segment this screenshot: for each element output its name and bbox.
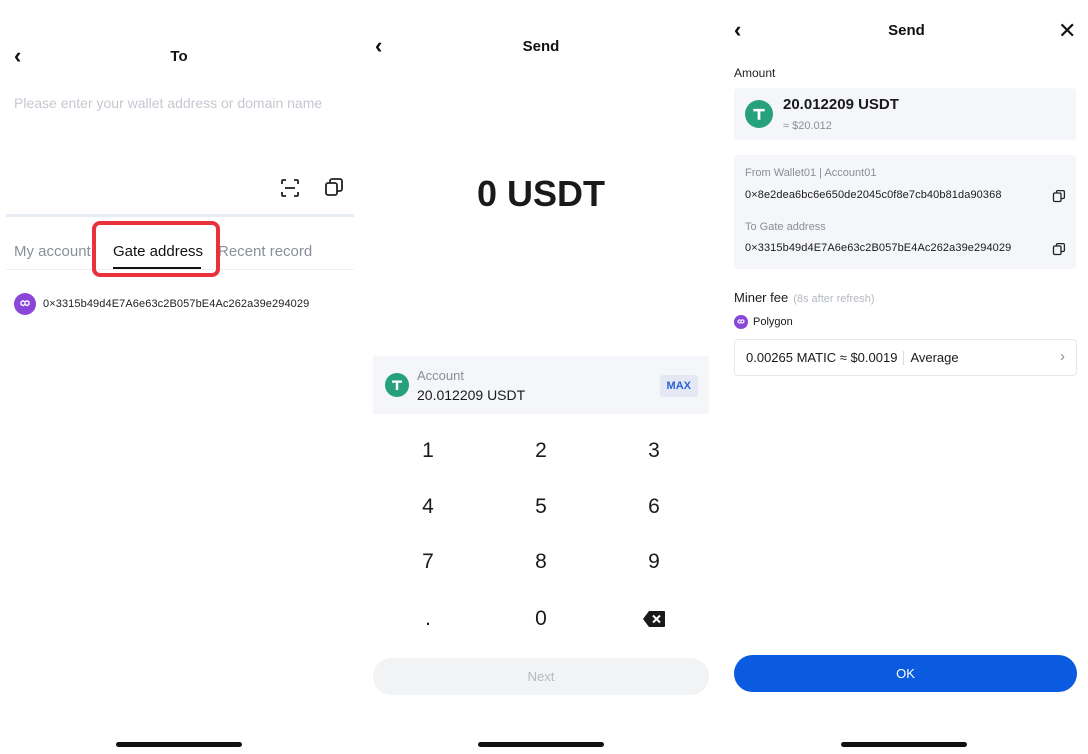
amount-label: Amount [734,66,776,80]
keypad-key-7[interactable]: 7 [378,542,478,582]
address-card: From Wallet01 | Account01 0×8e2dea6bc6e6… [734,155,1076,269]
max-button[interactable]: MAX [659,375,698,397]
tether-icon [385,373,409,397]
scan-icon[interactable] [280,178,300,198]
miner-fee-selector[interactable]: 0.00265 MATIC ≈ $0.0019 Average › [734,339,1077,376]
address-text: 0×3315b49d4E7A6e63c2B057bE4Ac262a39e2940… [43,298,310,310]
fee-speed: Average [910,350,959,365]
from-label: From Wallet01 | Account01 [745,167,877,179]
send-confirmation-screen: ‹ Send ✕ Amount 20.012209 USDT ≈ $20.012… [725,0,1088,754]
close-button[interactable]: ✕ [1058,20,1076,42]
home-indicator [478,742,604,747]
tab-recent-record[interactable]: Recent record [218,243,312,260]
backspace-key[interactable] [604,599,704,639]
address-input[interactable]: Please enter your wallet address or doma… [14,95,354,111]
tab-my-account[interactable]: My account [14,243,91,260]
next-button[interactable]: Next [373,658,709,695]
keypad-key-5[interactable]: 5 [491,487,591,527]
recipient-screen: ‹ To Please enter your wallet address or… [0,0,358,754]
miner-fee-heading: Miner fee (8s after refresh) [734,290,875,305]
account-balance-bar: Account 20.012209 USDT MAX [373,356,709,414]
amount-card: 20.012209 USDT ≈ $20.012 [734,88,1076,140]
keypad-key-4[interactable]: 4 [378,487,478,527]
polygon-icon [734,315,748,329]
copy-icon[interactable] [1052,242,1066,256]
input-divider [6,214,354,217]
fee-value: 0.00265 MATIC ≈ $0.0019 [746,350,898,365]
keypad-key-dot[interactable]: . [378,599,478,639]
network-indicator: Polygon [734,315,793,329]
page-title: To [170,48,188,65]
account-label: Account [417,368,464,383]
amount-value: 20.012209 USDT [783,96,899,113]
keypad-key-3[interactable]: 3 [604,431,704,471]
polygon-icon [14,293,36,315]
copy-icon[interactable] [1052,189,1066,203]
refresh-note: (8s after refresh) [793,293,875,305]
home-indicator [116,742,242,747]
amount-fiat: ≈ $20.012 [783,120,832,132]
home-indicator [841,742,967,747]
separator [903,350,905,365]
backspace-icon [643,611,665,627]
list-item[interactable]: 0×3315b49d4E7A6e63c2B057bE4Ac262a39e2940… [14,293,309,315]
account-balance: 20.012209 USDT [417,387,526,403]
page-title: Send [888,22,925,39]
keypad-key-6[interactable]: 6 [604,487,704,527]
from-address: 0×8e2dea6bc6e650de2045c0f8e7cb40b81da903… [745,189,1002,201]
chevron-right-icon: › [1060,348,1065,365]
amount-entry-screen: ‹ Send 0 USDT Account 20.012209 USDT MAX… [366,0,716,754]
keypad-key-1[interactable]: 1 [378,431,478,471]
keypad-key-8[interactable]: 8 [491,542,591,582]
keypad-key-0[interactable]: 0 [491,599,591,639]
keypad-key-9[interactable]: 9 [604,542,704,582]
tether-icon [745,100,773,128]
keypad-key-2[interactable]: 2 [491,431,591,471]
to-label: To Gate address [745,221,826,233]
to-address: 0×3315b49d4E7A6e63c2B057bE4Ac262a39e2940… [745,242,1012,254]
ok-button[interactable]: OK [734,655,1077,692]
copy-icon[interactable] [324,177,344,197]
highlight-box [92,221,220,277]
amount-display: 0 USDT [476,173,606,214]
page-title: Send [522,38,560,55]
network-name: Polygon [753,316,793,328]
miner-fee-label: Miner fee [734,290,789,305]
